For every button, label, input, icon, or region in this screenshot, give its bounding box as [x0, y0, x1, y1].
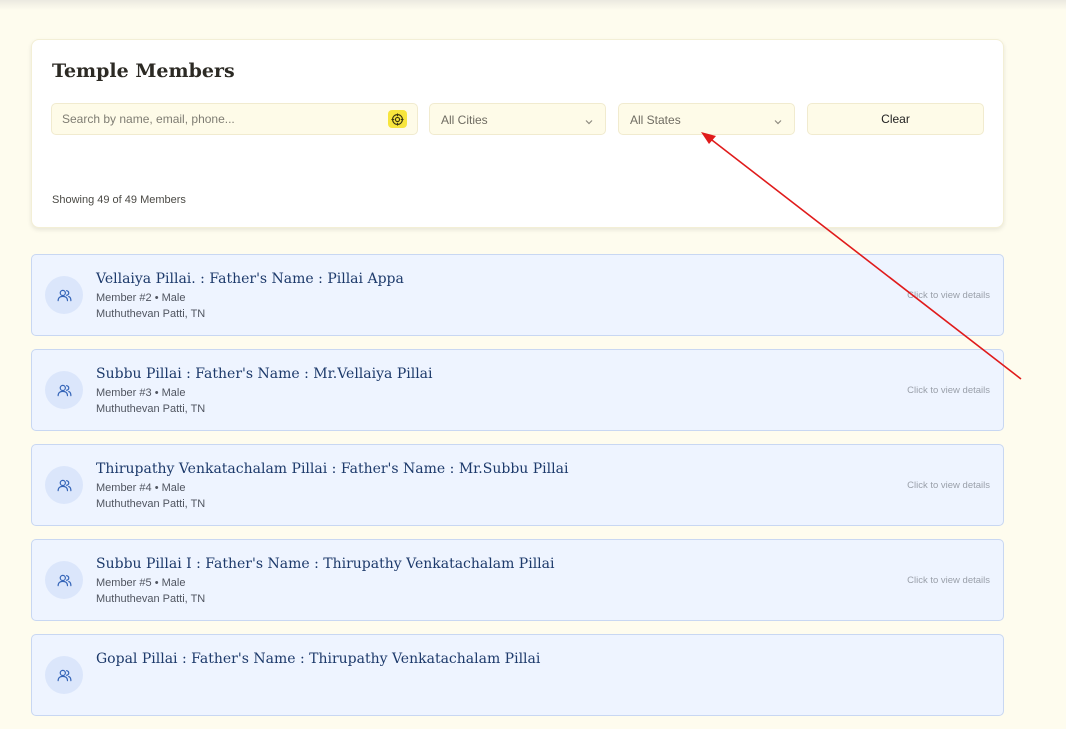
view-details-hint: Click to view details: [907, 575, 990, 586]
member-name: Gopal Pillai : Father's Name : Thirupath…: [96, 651, 541, 667]
results-count: Showing 49 of 49 Members: [52, 194, 186, 206]
member-card[interactable]: Thirupathy Venkatachalam Pillai : Father…: [31, 444, 1004, 526]
member-name: Vellaiya Pillai. : Father's Name : Pilla…: [96, 271, 404, 287]
view-details-hint: Click to view details: [907, 290, 990, 301]
page-title: Temple Members: [52, 60, 235, 82]
member-name: Subbu Pillai : Father's Name : Mr.Vellai…: [96, 366, 433, 382]
state-select-value: All States: [630, 113, 681, 127]
search-input[interactable]: [62, 104, 382, 134]
member-meta: Member #5 • Male: [96, 577, 186, 589]
member-location: Muthuthevan Patti, TN: [96, 593, 206, 605]
search-box[interactable]: [51, 103, 418, 135]
city-select-value: All Cities: [441, 113, 488, 127]
member-location: Muthuthevan Patti, TN: [96, 403, 206, 415]
target-icon[interactable]: [388, 110, 407, 128]
chevron-down-icon: [773, 114, 783, 132]
state-select[interactable]: All States: [618, 103, 795, 135]
view-details-hint: Click to view details: [907, 480, 990, 491]
member-meta: Member #4 • Male: [96, 482, 186, 494]
city-select[interactable]: All Cities: [429, 103, 606, 135]
member-list: Vellaiya Pillai. : Father's Name : Pilla…: [31, 254, 1004, 729]
member-name: Thirupathy Venkatachalam Pillai : Father…: [96, 461, 569, 477]
clear-button[interactable]: Clear: [807, 103, 984, 135]
member-location: Muthuthevan Patti, TN: [96, 308, 206, 320]
member-name: Subbu Pillai I : Father's Name : Thirupa…: [96, 556, 555, 572]
member-card[interactable]: Vellaiya Pillai. : Father's Name : Pilla…: [31, 254, 1004, 336]
chevron-down-icon: [584, 114, 594, 132]
users-icon: [45, 466, 83, 504]
member-card[interactable]: Subbu Pillai : Father's Name : Mr.Vellai…: [31, 349, 1004, 431]
member-meta: Member #3 • Male: [96, 387, 186, 399]
top-shadow: [0, 0, 1066, 10]
member-card[interactable]: Subbu Pillai I : Father's Name : Thirupa…: [31, 539, 1004, 621]
users-icon: [45, 656, 83, 694]
filter-panel: Temple Members All Cities All States Cle…: [31, 39, 1004, 228]
member-card[interactable]: Gopal Pillai : Father's Name : Thirupath…: [31, 634, 1004, 716]
view-details-hint: Click to view details: [907, 385, 990, 396]
users-icon: [45, 561, 83, 599]
users-icon: [45, 276, 83, 314]
users-icon: [45, 371, 83, 409]
target-icon-glyph: [391, 112, 404, 126]
member-meta: Member #2 • Male: [96, 292, 186, 304]
member-location: Muthuthevan Patti, TN: [96, 498, 206, 510]
